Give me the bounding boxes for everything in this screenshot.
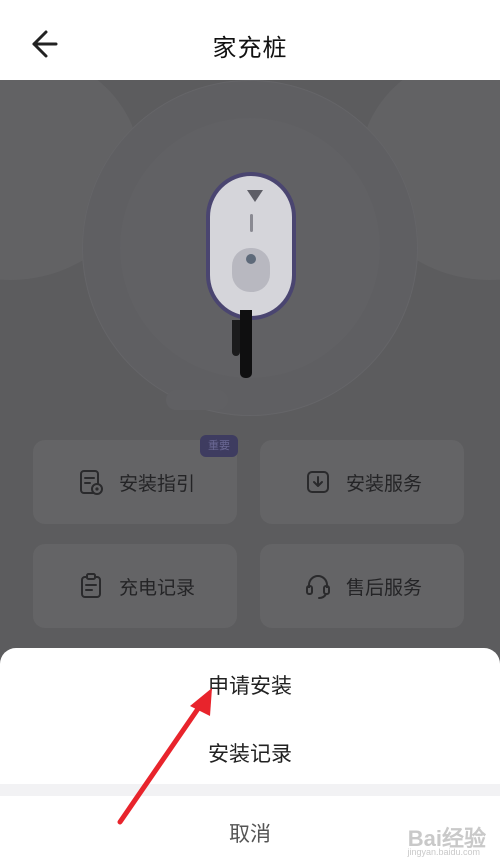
card-label: 售后服务	[346, 577, 423, 599]
after-sales-headset-icon	[306, 575, 330, 599]
card-label: 安装服务	[346, 473, 423, 495]
after-sales-card[interactable]: 售后服务	[260, 544, 464, 628]
home-charger-image	[206, 172, 296, 320]
card-label: 充电记录	[119, 577, 196, 599]
app-header: 家充桩	[0, 0, 500, 80]
brand-logo-icon	[247, 190, 263, 202]
install-service-card[interactable]: 安装服务	[260, 440, 464, 524]
install-service-icon	[307, 471, 329, 493]
sheet-divider	[0, 784, 500, 796]
status-placeholder	[166, 390, 228, 410]
card-label: 安装指引	[119, 473, 196, 495]
charging-record-icon	[81, 573, 101, 598]
important-badge: 重要	[200, 435, 238, 457]
charger-cable	[232, 320, 240, 356]
install-record-option[interactable]: 安装记录	[0, 738, 500, 768]
charger-plug	[232, 248, 270, 292]
apply-install-option[interactable]: 申请安装	[0, 670, 500, 700]
install-guide-icon	[80, 470, 103, 495]
charger-cable	[240, 310, 252, 378]
page-title: 家充桩	[212, 34, 288, 62]
watermark-url: jingyan.baidu.com	[407, 847, 480, 857]
charger-indicator	[250, 214, 253, 232]
charging-record-card[interactable]: 充电记录	[33, 544, 237, 628]
plug-light	[246, 254, 256, 264]
